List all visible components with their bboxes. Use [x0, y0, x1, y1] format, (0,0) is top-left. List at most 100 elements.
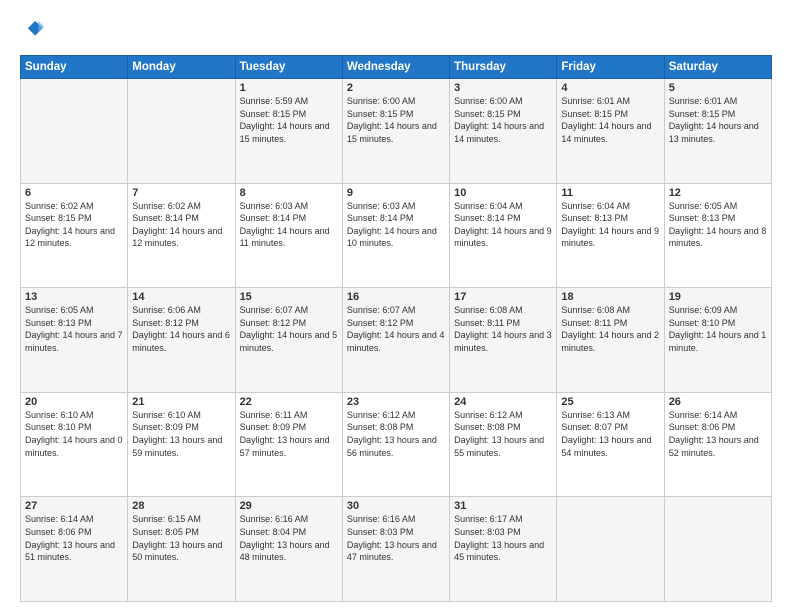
day-cell-24: 24Sunrise: 6:12 AM Sunset: 8:08 PM Dayli…: [450, 392, 557, 497]
day-number: 7: [132, 187, 230, 199]
empty-cell: [557, 497, 664, 602]
day-cell-5: 5Sunrise: 6:01 AM Sunset: 8:15 PM Daylig…: [664, 79, 771, 184]
day-info: Sunrise: 6:07 AM Sunset: 8:12 PM Dayligh…: [240, 304, 338, 354]
day-cell-21: 21Sunrise: 6:10 AM Sunset: 8:09 PM Dayli…: [128, 392, 235, 497]
calendar-week-3: 13Sunrise: 6:05 AM Sunset: 8:13 PM Dayli…: [21, 288, 772, 393]
day-number: 19: [669, 291, 767, 303]
day-info: Sunrise: 6:11 AM Sunset: 8:09 PM Dayligh…: [240, 409, 338, 459]
day-info: Sunrise: 6:04 AM Sunset: 8:13 PM Dayligh…: [561, 200, 659, 250]
page: SundayMondayTuesdayWednesdayThursdayFrid…: [0, 0, 792, 612]
day-number: 11: [561, 187, 659, 199]
day-cell-11: 11Sunrise: 6:04 AM Sunset: 8:13 PM Dayli…: [557, 183, 664, 288]
day-number: 5: [669, 82, 767, 94]
day-cell-16: 16Sunrise: 6:07 AM Sunset: 8:12 PM Dayli…: [342, 288, 449, 393]
day-info: Sunrise: 6:12 AM Sunset: 8:08 PM Dayligh…: [454, 409, 552, 459]
day-cell-15: 15Sunrise: 6:07 AM Sunset: 8:12 PM Dayli…: [235, 288, 342, 393]
day-number: 20: [25, 396, 123, 408]
day-number: 22: [240, 396, 338, 408]
logo-icon: [22, 18, 44, 40]
calendar-table: SundayMondayTuesdayWednesdayThursdayFrid…: [20, 55, 772, 602]
day-info: Sunrise: 6:10 AM Sunset: 8:10 PM Dayligh…: [25, 409, 123, 459]
day-info: Sunrise: 6:01 AM Sunset: 8:15 PM Dayligh…: [561, 95, 659, 145]
day-info: Sunrise: 6:08 AM Sunset: 8:11 PM Dayligh…: [454, 304, 552, 354]
day-number: 26: [669, 396, 767, 408]
weekday-header-row: SundayMondayTuesdayWednesdayThursdayFrid…: [21, 56, 772, 79]
day-number: 9: [347, 187, 445, 199]
day-number: 28: [132, 500, 230, 512]
day-cell-28: 28Sunrise: 6:15 AM Sunset: 8:05 PM Dayli…: [128, 497, 235, 602]
weekday-header-wednesday: Wednesday: [342, 56, 449, 79]
day-cell-29: 29Sunrise: 6:16 AM Sunset: 8:04 PM Dayli…: [235, 497, 342, 602]
weekday-header-tuesday: Tuesday: [235, 56, 342, 79]
logo: [20, 18, 48, 45]
weekday-header-thursday: Thursday: [450, 56, 557, 79]
day-cell-7: 7Sunrise: 6:02 AM Sunset: 8:14 PM Daylig…: [128, 183, 235, 288]
day-cell-17: 17Sunrise: 6:08 AM Sunset: 8:11 PM Dayli…: [450, 288, 557, 393]
day-cell-30: 30Sunrise: 6:16 AM Sunset: 8:03 PM Dayli…: [342, 497, 449, 602]
day-info: Sunrise: 6:14 AM Sunset: 8:06 PM Dayligh…: [25, 513, 123, 563]
day-info: Sunrise: 6:00 AM Sunset: 8:15 PM Dayligh…: [347, 95, 445, 145]
day-info: Sunrise: 6:12 AM Sunset: 8:08 PM Dayligh…: [347, 409, 445, 459]
day-cell-19: 19Sunrise: 6:09 AM Sunset: 8:10 PM Dayli…: [664, 288, 771, 393]
day-info: Sunrise: 6:16 AM Sunset: 8:03 PM Dayligh…: [347, 513, 445, 563]
day-cell-1: 1Sunrise: 5:59 AM Sunset: 8:15 PM Daylig…: [235, 79, 342, 184]
empty-cell: [128, 79, 235, 184]
day-number: 18: [561, 291, 659, 303]
day-number: 30: [347, 500, 445, 512]
day-cell-13: 13Sunrise: 6:05 AM Sunset: 8:13 PM Dayli…: [21, 288, 128, 393]
day-info: Sunrise: 6:16 AM Sunset: 8:04 PM Dayligh…: [240, 513, 338, 563]
day-number: 16: [347, 291, 445, 303]
calendar-week-1: 1Sunrise: 5:59 AM Sunset: 8:15 PM Daylig…: [21, 79, 772, 184]
day-info: Sunrise: 6:14 AM Sunset: 8:06 PM Dayligh…: [669, 409, 767, 459]
header: [20, 18, 772, 45]
day-info: Sunrise: 6:05 AM Sunset: 8:13 PM Dayligh…: [669, 200, 767, 250]
day-number: 1: [240, 82, 338, 94]
day-cell-9: 9Sunrise: 6:03 AM Sunset: 8:14 PM Daylig…: [342, 183, 449, 288]
day-info: Sunrise: 6:09 AM Sunset: 8:10 PM Dayligh…: [669, 304, 767, 354]
day-number: 12: [669, 187, 767, 199]
day-info: Sunrise: 5:59 AM Sunset: 8:15 PM Dayligh…: [240, 95, 338, 145]
day-info: Sunrise: 6:06 AM Sunset: 8:12 PM Dayligh…: [132, 304, 230, 354]
day-number: 21: [132, 396, 230, 408]
day-number: 25: [561, 396, 659, 408]
day-number: 6: [25, 187, 123, 199]
day-cell-4: 4Sunrise: 6:01 AM Sunset: 8:15 PM Daylig…: [557, 79, 664, 184]
day-cell-3: 3Sunrise: 6:00 AM Sunset: 8:15 PM Daylig…: [450, 79, 557, 184]
day-cell-12: 12Sunrise: 6:05 AM Sunset: 8:13 PM Dayli…: [664, 183, 771, 288]
day-number: 10: [454, 187, 552, 199]
day-info: Sunrise: 6:15 AM Sunset: 8:05 PM Dayligh…: [132, 513, 230, 563]
calendar-week-2: 6Sunrise: 6:02 AM Sunset: 8:15 PM Daylig…: [21, 183, 772, 288]
day-info: Sunrise: 6:02 AM Sunset: 8:15 PM Dayligh…: [25, 200, 123, 250]
day-info: Sunrise: 6:13 AM Sunset: 8:07 PM Dayligh…: [561, 409, 659, 459]
day-info: Sunrise: 6:03 AM Sunset: 8:14 PM Dayligh…: [240, 200, 338, 250]
day-cell-10: 10Sunrise: 6:04 AM Sunset: 8:14 PM Dayli…: [450, 183, 557, 288]
day-info: Sunrise: 6:17 AM Sunset: 8:03 PM Dayligh…: [454, 513, 552, 563]
day-cell-20: 20Sunrise: 6:10 AM Sunset: 8:10 PM Dayli…: [21, 392, 128, 497]
day-number: 3: [454, 82, 552, 94]
day-number: 4: [561, 82, 659, 94]
day-cell-8: 8Sunrise: 6:03 AM Sunset: 8:14 PM Daylig…: [235, 183, 342, 288]
day-info: Sunrise: 6:07 AM Sunset: 8:12 PM Dayligh…: [347, 304, 445, 354]
day-info: Sunrise: 6:02 AM Sunset: 8:14 PM Dayligh…: [132, 200, 230, 250]
day-number: 15: [240, 291, 338, 303]
day-number: 31: [454, 500, 552, 512]
day-number: 8: [240, 187, 338, 199]
weekday-header-sunday: Sunday: [21, 56, 128, 79]
day-info: Sunrise: 6:05 AM Sunset: 8:13 PM Dayligh…: [25, 304, 123, 354]
day-info: Sunrise: 6:00 AM Sunset: 8:15 PM Dayligh…: [454, 95, 552, 145]
day-number: 27: [25, 500, 123, 512]
day-info: Sunrise: 6:01 AM Sunset: 8:15 PM Dayligh…: [669, 95, 767, 145]
day-number: 17: [454, 291, 552, 303]
empty-cell: [21, 79, 128, 184]
day-info: Sunrise: 6:08 AM Sunset: 8:11 PM Dayligh…: [561, 304, 659, 354]
weekday-header-saturday: Saturday: [664, 56, 771, 79]
calendar-week-4: 20Sunrise: 6:10 AM Sunset: 8:10 PM Dayli…: [21, 392, 772, 497]
calendar-week-5: 27Sunrise: 6:14 AM Sunset: 8:06 PM Dayli…: [21, 497, 772, 602]
day-cell-22: 22Sunrise: 6:11 AM Sunset: 8:09 PM Dayli…: [235, 392, 342, 497]
weekday-header-friday: Friday: [557, 56, 664, 79]
day-number: 2: [347, 82, 445, 94]
day-info: Sunrise: 6:03 AM Sunset: 8:14 PM Dayligh…: [347, 200, 445, 250]
day-cell-23: 23Sunrise: 6:12 AM Sunset: 8:08 PM Dayli…: [342, 392, 449, 497]
day-cell-31: 31Sunrise: 6:17 AM Sunset: 8:03 PM Dayli…: [450, 497, 557, 602]
day-number: 13: [25, 291, 123, 303]
